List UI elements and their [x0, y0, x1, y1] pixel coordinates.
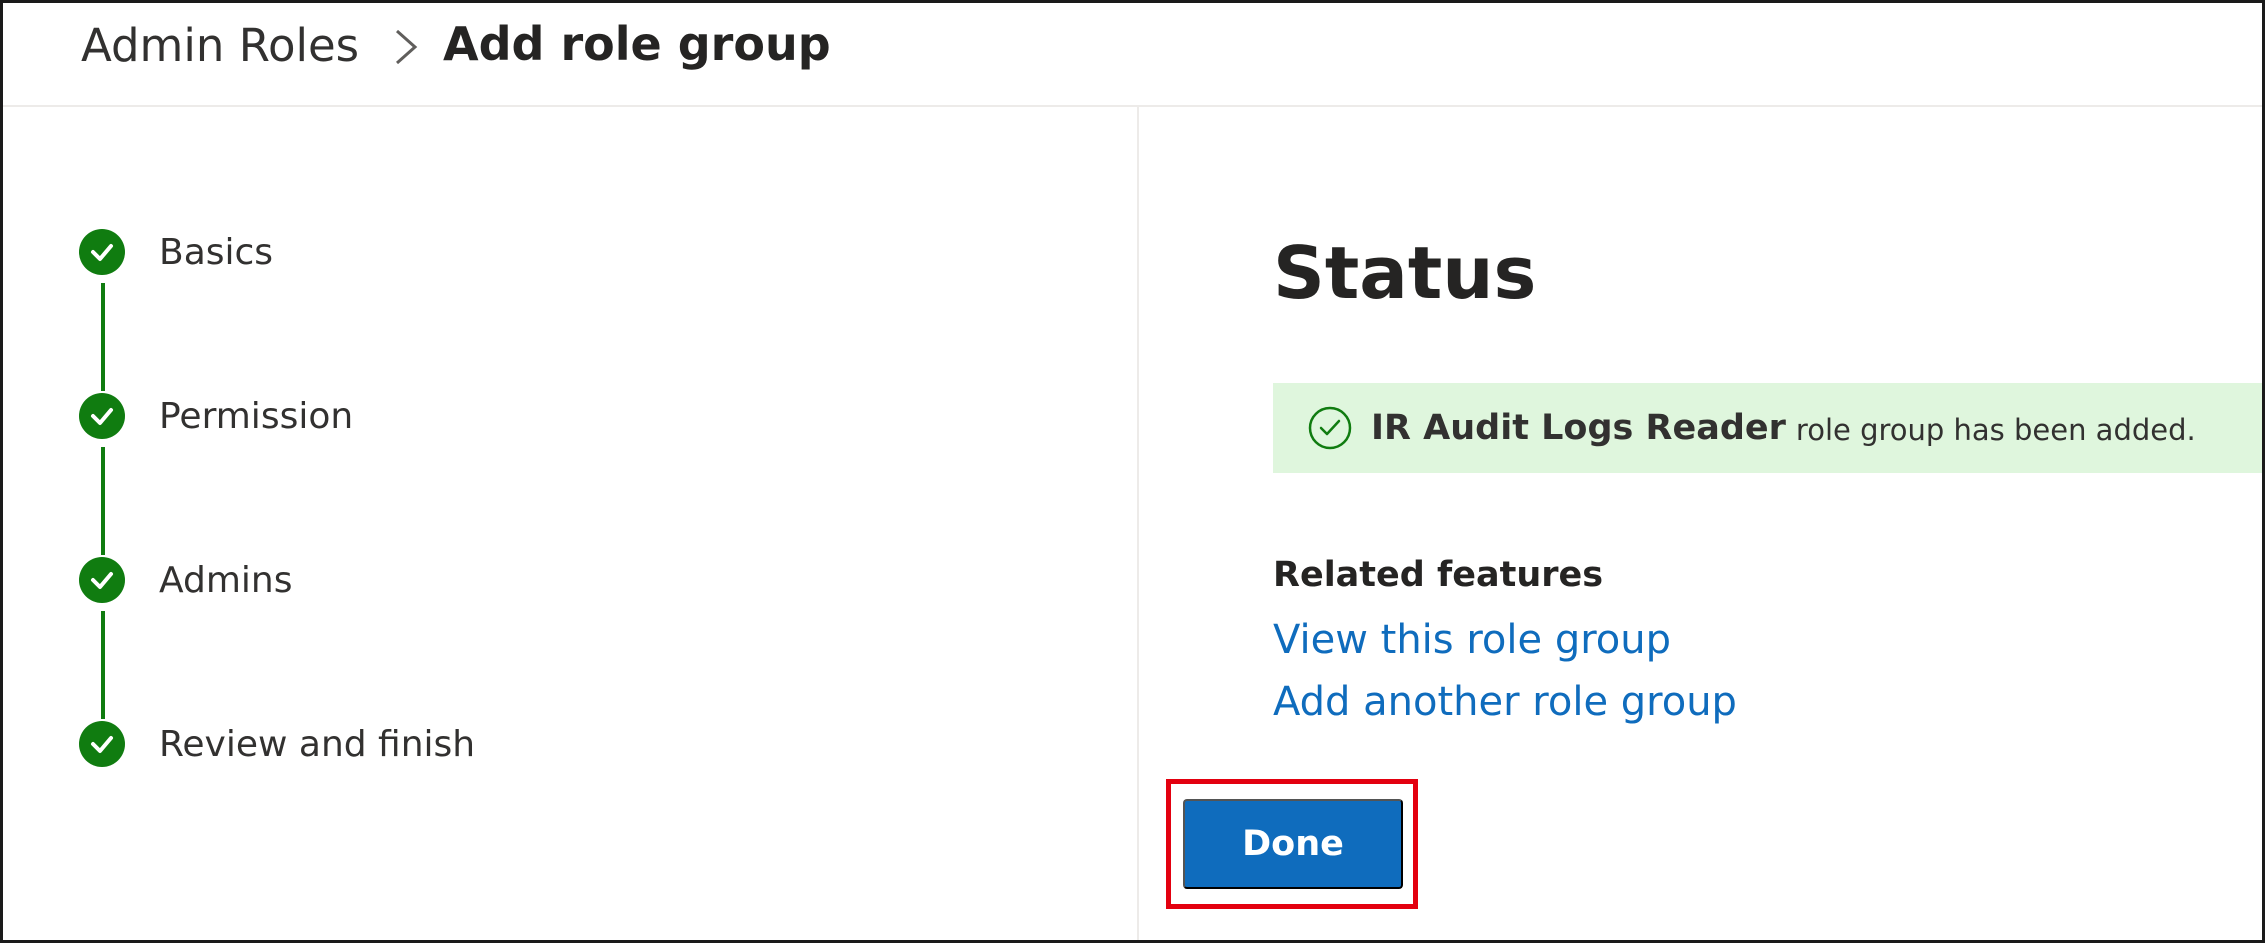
step-label: Permission [159, 395, 354, 437]
checkmark-outline-circle-icon [1308, 406, 1352, 450]
success-banner: IR Audit Logs Reader role group has been… [1273, 383, 2262, 473]
page-title: Add role group [443, 17, 831, 71]
step-label: Review and finish [159, 723, 476, 765]
status-heading: Status [1273, 231, 1537, 315]
wizard-window: Admin Roles Add role group Basics Permis… [0, 0, 2265, 943]
view-role-group-link[interactable]: View this role group [1273, 617, 1671, 663]
step-connector [101, 611, 105, 719]
checkmark-circle-icon [79, 229, 125, 275]
role-group-name: IR Audit Logs Reader [1371, 408, 1786, 448]
related-features-heading: Related features [1273, 555, 1604, 595]
step-label: Basics [159, 231, 274, 273]
checkmark-circle-icon [79, 557, 125, 603]
step-label: Admins [159, 559, 293, 601]
step-admins[interactable]: Admins [79, 555, 293, 605]
chevron-right-icon [396, 29, 418, 65]
step-permission[interactable]: Permission [79, 391, 353, 441]
wizard-step-rail: Basics Permission Admins Review and fini… [3, 107, 1139, 940]
step-connector [101, 447, 105, 555]
breadcrumb: Admin Roles Add role group [3, 3, 2262, 107]
step-basics[interactable]: Basics [79, 227, 273, 277]
checkmark-circle-icon [79, 721, 125, 767]
breadcrumb-admin-roles[interactable]: Admin Roles [81, 19, 359, 72]
done-button[interactable]: Done [1183, 799, 1403, 889]
banner-message: role group has been added. [1795, 413, 2196, 447]
step-review-and-finish[interactable]: Review and finish [79, 719, 475, 769]
checkmark-circle-icon [79, 393, 125, 439]
step-connector [101, 283, 105, 391]
add-another-role-group-link[interactable]: Add another role group [1273, 679, 1737, 725]
